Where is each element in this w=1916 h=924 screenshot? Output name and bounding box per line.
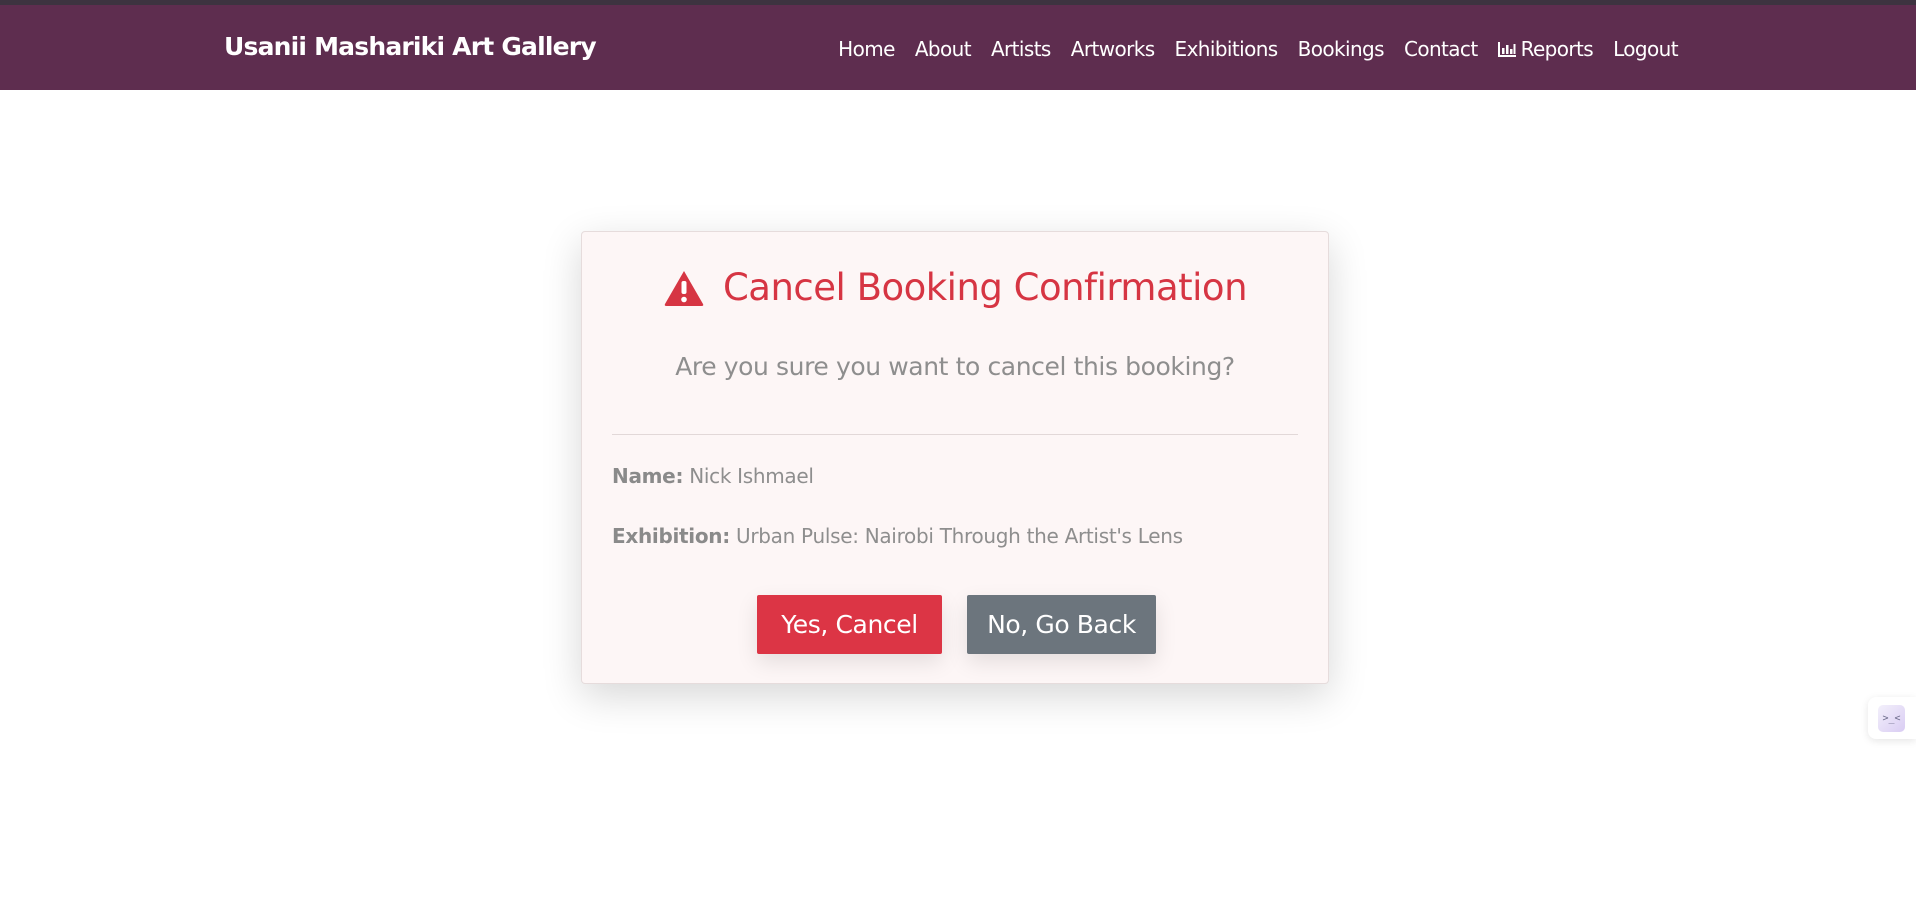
exhibition-label: Exhibition: <box>612 524 730 548</box>
exhibition-value: Urban Pulse: Nairobi Through the Artist'… <box>735 524 1183 548</box>
confirm-cancel-button[interactable]: Yes, Cancel <box>757 595 942 654</box>
nav-reports-label: Reports <box>1520 37 1594 61</box>
widget-face-icon: >_< <box>1878 705 1905 732</box>
bar-chart-icon <box>1497 42 1516 57</box>
nav-artists[interactable]: Artists <box>991 37 1051 61</box>
name-label: Name: <box>612 464 684 488</box>
nav-artworks[interactable]: Artworks <box>1071 37 1155 61</box>
divider <box>612 434 1298 435</box>
nav-home[interactable]: Home <box>838 37 895 61</box>
navbar: Usanii Mashariki Art Gallery Home About … <box>0 5 1916 90</box>
booking-exhibition-row: Exhibition: Urban Pulse: Nairobi Through… <box>612 524 1183 548</box>
nav-bookings[interactable]: Bookings <box>1298 37 1385 61</box>
warning-triangle-icon <box>664 270 704 306</box>
go-back-button[interactable]: No, Go Back <box>967 595 1156 654</box>
main-nav: Home About Artists Artworks Exhibitions … <box>838 37 1678 61</box>
brand-logo-link[interactable]: Usanii Mashariki Art Gallery <box>224 32 597 61</box>
dialog-header: Cancel Booking Confirmation <box>582 266 1328 309</box>
cancel-booking-dialog: Cancel Booking Confirmation Are you sure… <box>581 231 1329 684</box>
nav-contact[interactable]: Contact <box>1404 37 1478 61</box>
nav-exhibitions[interactable]: Exhibitions <box>1175 37 1279 61</box>
nav-reports[interactable]: Reports <box>1497 37 1594 61</box>
nav-logout[interactable]: Logout <box>1613 37 1678 61</box>
nav-about[interactable]: About <box>915 37 972 61</box>
booking-name-row: Name: Nick Ishmael <box>612 464 814 488</box>
dialog-title: Cancel Booking Confirmation <box>722 266 1248 309</box>
name-value: Nick Ishmael <box>689 464 814 488</box>
floating-side-widget[interactable]: >_< <box>1868 697 1916 739</box>
confirmation-question: Are you sure you want to cancel this boo… <box>675 352 1235 381</box>
